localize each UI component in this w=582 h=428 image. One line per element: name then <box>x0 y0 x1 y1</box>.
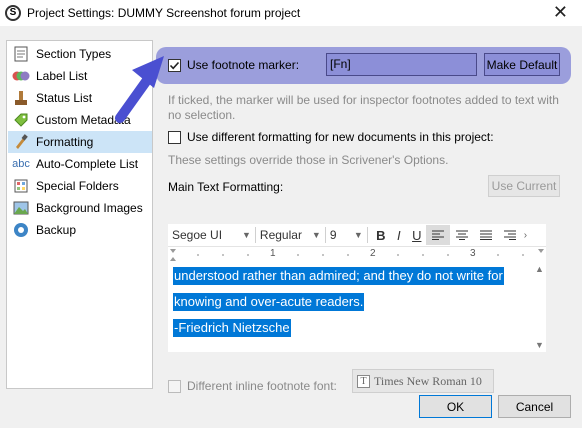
align-justify-icon[interactable] <box>474 230 498 240</box>
ok-button[interactable]: OK <box>419 395 492 418</box>
scroll-up-icon[interactable]: ▲ <box>535 264 544 274</box>
different-formatting-checkbox[interactable] <box>168 130 181 144</box>
footnote-hint-line-2: no selection. <box>168 108 236 122</box>
override-note: These settings override those in Scriven… <box>168 153 449 167</box>
window-title: Project Settings: DUMMY Screenshot forum… <box>27 6 301 20</box>
align-center-icon[interactable] <box>450 230 474 240</box>
footnote-marker-input[interactable]: [Fn] <box>326 53 477 76</box>
scroll-down-icon[interactable]: ▼ <box>535 340 544 350</box>
footnote-hint-line-1: If ticked, the marker will be used for i… <box>168 93 559 107</box>
sidebar-item-label: Backup <box>36 223 77 237</box>
toolbar-divider <box>366 227 368 243</box>
toolbar-divider <box>324 227 326 243</box>
checkmark-icon <box>169 61 180 70</box>
font-size-chevron-icon[interactable]: ▼ <box>354 230 363 240</box>
close-icon[interactable]: ✕ <box>553 3 568 21</box>
main-text-formatting-label: Main Text Formatting: <box>168 180 284 194</box>
font-style-chevron-icon[interactable]: ▼ <box>312 230 321 240</box>
cancel-button[interactable]: Cancel <box>498 395 571 418</box>
section-types-icon <box>12 46 30 62</box>
footnote-marker-row: Use footnote marker: [Fn] Make Default <box>156 47 571 84</box>
sidebar-item-label: Formatting <box>36 135 94 149</box>
background-images-icon <box>12 200 30 216</box>
different-formatting-label: Use different formatting for new documen… <box>187 130 494 144</box>
sidebar-item-label: Status List <box>36 91 93 105</box>
sidebar-item-label: Section Types <box>36 47 112 61</box>
font-family-select[interactable]: Segoe UI <box>172 228 242 242</box>
inline-footnote-font-button[interactable]: T Times New Roman 10 <box>352 369 494 393</box>
sample-text-line: understood rather than admired; and they… <box>173 267 504 285</box>
toolbar-overflow-icon[interactable]: › <box>524 230 527 241</box>
sidebar-item-label: Auto-Complete List <box>36 157 139 171</box>
sidebar-item-background-images[interactable]: Background Images <box>8 197 152 219</box>
italic-button[interactable]: I <box>390 228 408 243</box>
formatting-panel: If ticked, the marker will be used for i… <box>156 40 576 393</box>
ruler-mark: 3 <box>470 248 476 259</box>
font-size-select[interactable]: 9 <box>330 228 354 242</box>
inline-footnote-font-label: Times New Roman 10 <box>374 373 482 388</box>
special-folders-icon <box>12 178 30 194</box>
footnote-marker-label: Use footnote marker: <box>187 58 300 72</box>
auto-complete-icon: abc <box>12 158 30 170</box>
label-list-icon <box>12 68 30 84</box>
footnote-hint: If ticked, the marker will be used for i… <box>168 93 573 123</box>
ruler: 1 2 3 <box>168 246 546 262</box>
sample-text-line: knowing and over-acute readers. <box>173 293 365 311</box>
align-left-icon[interactable] <box>425 225 450 245</box>
dialog-body: Section Types Label List Status List Cus… <box>0 26 582 428</box>
ruler-mark: 1 <box>270 248 276 259</box>
formatting-icon <box>12 134 30 150</box>
sidebar-item-special-folders[interactable]: Special Folders <box>8 175 152 197</box>
sidebar-item-backup[interactable]: Backup <box>8 219 152 241</box>
font-family-chevron-icon[interactable]: ▼ <box>242 230 251 240</box>
sample-text-line: -Friedrich Nietzsche <box>173 319 291 337</box>
editor-text-area[interactable]: understood rather than admired; and they… <box>168 262 546 352</box>
bold-button[interactable]: B <box>372 228 390 243</box>
title-bar: S Project Settings: DUMMY Screenshot for… <box>0 0 582 26</box>
main-text-editor: Segoe UI ▼ Regular ▼ 9 ▼ B I U › 1 2 3 u… <box>168 224 546 352</box>
font-style-select[interactable]: Regular <box>260 228 312 242</box>
ruler-mark: 2 <box>370 248 376 259</box>
inline-footnote-checkbox[interactable] <box>168 379 181 393</box>
font-icon: T <box>357 374 370 388</box>
ruler-ticks <box>170 249 544 261</box>
sidebar-item-formatting[interactable]: Formatting <box>8 131 152 153</box>
custom-metadata-icon <box>12 112 30 128</box>
different-formatting-row: Use different formatting for new documen… <box>168 130 494 144</box>
sidebar-item-auto-complete[interactable]: abc Auto-Complete List <box>8 153 152 175</box>
inline-footnote-row: Different inline footnote font: <box>168 379 337 393</box>
sidebar-item-label: Background Images <box>36 201 143 215</box>
inline-footnote-label: Different inline footnote font: <box>187 379 337 393</box>
format-toolbar: Segoe UI ▼ Regular ▼ 9 ▼ B I U › <box>168 224 546 246</box>
annotation-arrow-icon <box>115 56 164 123</box>
align-right-icon[interactable] <box>498 230 522 240</box>
status-list-icon <box>12 90 30 106</box>
sidebar-item-label: Label List <box>36 69 88 83</box>
underline-button[interactable]: U <box>408 228 426 243</box>
toolbar-divider <box>254 227 256 243</box>
use-current-button[interactable]: Use Current <box>488 175 560 197</box>
editor-scrollbar[interactable]: ▲ ▼ <box>532 262 546 352</box>
sidebar-item-label: Special Folders <box>36 179 119 193</box>
make-default-button[interactable]: Make Default <box>484 53 560 76</box>
scrivener-app-icon: S <box>5 5 21 21</box>
backup-icon <box>12 222 30 238</box>
